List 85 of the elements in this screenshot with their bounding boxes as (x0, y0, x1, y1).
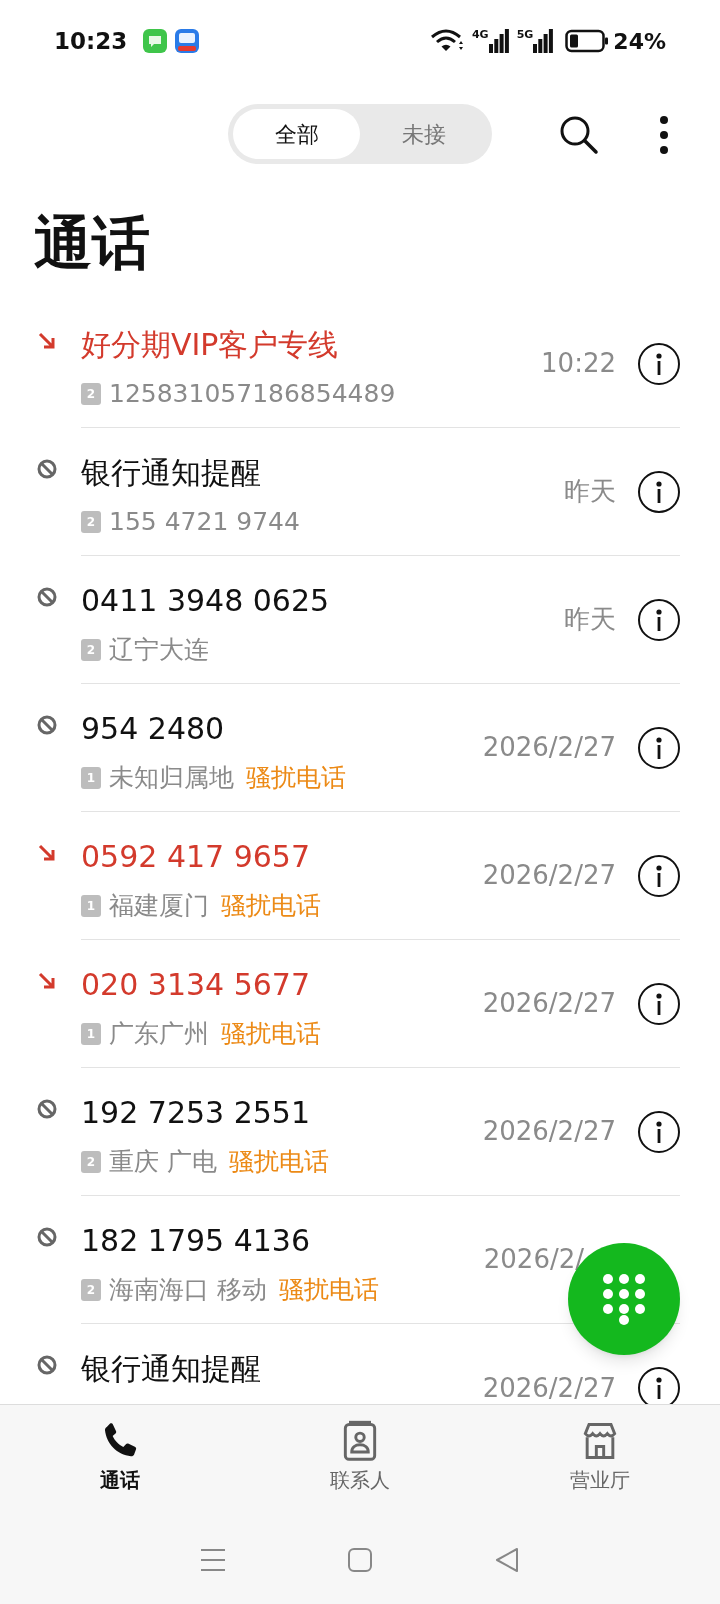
call-detail: 辽宁大连 (109, 634, 209, 666)
caller-name: 182 1795 4136 (81, 1222, 312, 1260)
menu-icon (200, 1547, 227, 1572)
missed-call-arrow-icon (36, 330, 58, 352)
call-time: 昨天 (564, 475, 616, 508)
missed-call-arrow-icon (36, 842, 58, 864)
filter-tab[interactable]: 全部 (233, 109, 360, 159)
dialpad-icon (602, 1273, 646, 1325)
sim-icon: 1 (81, 1022, 101, 1045)
caller-name: 020 3134 5677 (81, 966, 312, 1004)
signal-icon (533, 29, 554, 53)
call-time: 2026/2/27 (482, 1115, 616, 1148)
home-icon (347, 1546, 373, 1573)
sim-icon: 1 (81, 766, 101, 789)
sim-icon: 1 (81, 894, 101, 917)
missed-call-arrow-icon (36, 970, 58, 992)
info-icon (656, 608, 662, 631)
network-label: 4G (471, 29, 489, 40)
filter-tab[interactable]: 未接 (360, 109, 487, 159)
blocked-icon (36, 586, 58, 608)
app-notification-icon (175, 29, 200, 53)
caller-name: 192 7253 2551 (81, 1094, 312, 1132)
back-icon (493, 1546, 520, 1573)
nav-tab[interactable]: 联系人 (240, 1419, 480, 1515)
info-button[interactable] (638, 470, 680, 513)
call-detail: 未知归属地 (109, 762, 234, 794)
network-label: 5G (516, 29, 534, 40)
call-detail: 海南海口 移动 (109, 1274, 267, 1306)
info-icon (656, 864, 662, 887)
call-detail: 155 4721 9744 (109, 506, 300, 538)
info-button[interactable] (638, 598, 680, 641)
call-detail: 福建厦门 (109, 890, 209, 922)
sim-icon: 2 (81, 510, 101, 533)
search-icon (558, 114, 600, 156)
call-time: 2026/2/27 (482, 1371, 616, 1404)
nav-tab[interactable]: 营业厅 (480, 1419, 720, 1515)
info-button[interactable] (638, 726, 680, 769)
blocked-icon (36, 1354, 58, 1376)
sim-icon: 2 (81, 1278, 101, 1301)
info-icon (656, 480, 662, 503)
blocked-icon (36, 1226, 58, 1248)
blocked-icon (36, 458, 58, 480)
battery-percent: 24% (613, 27, 666, 56)
caller-name: 0592 417 9657 (81, 838, 312, 876)
status-time: 10:23 (54, 26, 128, 56)
spam-tag: 骚扰电话 (221, 1015, 321, 1053)
info-button[interactable] (638, 1110, 680, 1153)
call-time: 2026/2/27 (482, 987, 616, 1020)
call-time: 2026/2/ (483, 1243, 584, 1276)
blocked-icon (36, 1098, 58, 1120)
caller-name: 银行通知提醒 (81, 454, 262, 492)
info-icon (656, 1377, 662, 1399)
spam-tag: 骚扰电话 (228, 1143, 329, 1181)
caller-name: 银行通知提醒 (81, 1350, 262, 1388)
info-icon (656, 1120, 662, 1143)
call-detail: 广东广州 (109, 1018, 209, 1050)
call-detail: 125831057186854489 (109, 378, 396, 410)
call-time: 10:22 (541, 347, 616, 380)
call-time: 昨天 (564, 603, 616, 636)
more-icon (659, 115, 669, 155)
nav-tab[interactable]: 通话 (0, 1419, 240, 1515)
sim-icon: 2 (81, 1150, 101, 1173)
spam-tag: 骚扰电话 (221, 887, 321, 925)
battery-icon (565, 29, 610, 53)
blocked-icon (36, 714, 58, 736)
call-time: 2026/2/27 (482, 859, 616, 892)
info-icon (656, 352, 662, 375)
info-button[interactable] (638, 854, 680, 897)
info-icon (656, 736, 662, 759)
call-detail: 重庆 广电 (109, 1146, 217, 1178)
sim-icon: 2 (81, 638, 101, 661)
call-time: 2026/2/27 (482, 731, 616, 764)
signal-icon (488, 29, 509, 53)
info-button[interactable] (638, 342, 680, 385)
sim-icon: 2 (81, 382, 101, 405)
info-icon (656, 992, 662, 1015)
caller-name: 好分期VIP客户专线 (81, 326, 340, 364)
info-button[interactable] (638, 982, 680, 1025)
spam-tag: 骚扰电话 (278, 1271, 379, 1309)
caller-name: 954 2480 (81, 710, 226, 748)
messages-app-icon (143, 29, 168, 53)
page-title: 通话 (34, 214, 150, 272)
spam-tag: 骚扰电话 (246, 759, 346, 797)
wifi-icon (429, 28, 464, 54)
caller-name: 0411 3948 0625 (81, 582, 331, 620)
